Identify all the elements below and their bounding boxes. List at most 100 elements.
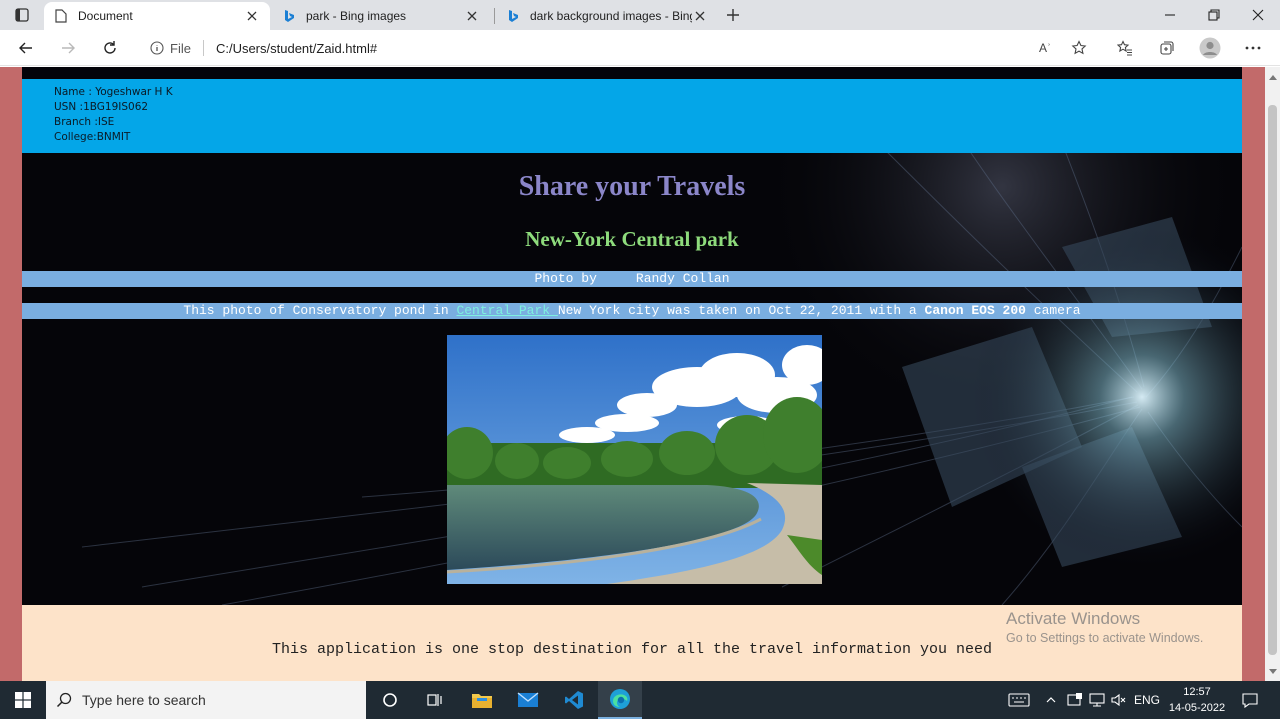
forward-arrow-icon (62, 42, 75, 54)
description-text: This photo of Conservatory pond in (183, 303, 457, 318)
student-branch: Branch :ISE (54, 116, 115, 128)
new-tab-button[interactable] (722, 4, 744, 26)
star-add-icon (1071, 40, 1087, 55)
vertical-scrollbar[interactable] (1265, 67, 1280, 681)
camera-name: Canon EOS 200 (924, 303, 1026, 318)
page-viewport: Name : Yogeshwar H K USN :1BG19IS062 Bra… (0, 67, 1265, 681)
language-indicator[interactable]: ENG (1132, 681, 1162, 719)
read-aloud-button[interactable]: Aʾ (1032, 35, 1058, 61)
bing-icon (506, 9, 520, 23)
site-info-button[interactable]: File (150, 41, 191, 56)
info-icon (150, 41, 164, 55)
clock-date: 14-05-2022 (1168, 702, 1226, 714)
student-usn: USN :1BG19IS062 (54, 101, 149, 113)
start-button[interactable] (0, 681, 46, 719)
folder-icon (472, 694, 492, 708)
photo-credit-prefix: Photo by (534, 271, 597, 286)
site-info-label: File (170, 40, 191, 56)
cortana-icon (383, 693, 397, 707)
page-subtitle: New-York Central park (525, 227, 739, 251)
cortana-button[interactable] (368, 681, 412, 719)
edge-icon (610, 689, 630, 709)
back-button[interactable] (12, 34, 40, 62)
tab-label: park - Bing images (306, 9, 407, 23)
task-view-button[interactable] (412, 681, 456, 719)
system-tray-app[interactable] (1064, 681, 1086, 719)
collections-icon (1160, 41, 1174, 55)
search-icon (56, 692, 72, 708)
photo-description-bar: This photo of Conservatory pond in Centr… (22, 303, 1242, 319)
mail-icon (517, 692, 539, 707)
address-field[interactable]: File C:/Users/student/Zaid.html# (140, 34, 1100, 62)
chevron-up-icon (1046, 697, 1056, 703)
close-icon[interactable] (692, 8, 708, 24)
add-favorite-button[interactable] (1066, 35, 1092, 61)
clock-time: 12:57 (1183, 686, 1211, 698)
close-icon[interactable] (244, 8, 260, 24)
keyboard-icon (1008, 693, 1030, 707)
watermark-title: Activate Windows (1006, 609, 1141, 628)
description-text: camera (1025, 303, 1081, 318)
tab-label: dark background images - Bing (530, 9, 692, 23)
restore-icon (1208, 9, 1220, 21)
notifications-button[interactable] (1238, 681, 1262, 719)
profile-button[interactable] (1197, 35, 1223, 61)
bing-icon (282, 9, 296, 23)
close-icon[interactable] (464, 8, 480, 24)
tab-park-bing-images[interactable]: park - Bing images (272, 2, 490, 30)
file-explorer-button[interactable] (460, 681, 504, 719)
favorites-icon (1117, 40, 1132, 56)
photo-credit-bar: Photo by Randy Collan (22, 271, 1242, 287)
top-strip (22, 67, 1242, 79)
network-icon (1089, 693, 1105, 707)
volume-muted-icon (1111, 693, 1126, 707)
scroll-up-icon[interactable] (1265, 69, 1280, 84)
clock[interactable]: 12:57 14-05-2022 (1164, 684, 1230, 716)
taskbar-search-box[interactable]: Type here to search (46, 681, 366, 719)
restore-button[interactable] (1192, 0, 1236, 30)
avatar-icon (1199, 37, 1221, 59)
settings-more-button[interactable] (1240, 35, 1266, 61)
back-arrow-icon (19, 42, 32, 54)
url-text[interactable]: C:/Users/student/Zaid.html# (216, 41, 377, 56)
scroll-down-icon[interactable] (1265, 664, 1280, 679)
tab-label: Document (78, 9, 133, 23)
keyboard-layout-button[interactable] (1004, 681, 1034, 719)
refresh-icon (104, 41, 116, 54)
windows-logo-icon (15, 692, 31, 708)
tab-dark-background-bing[interactable]: dark background images - Bing (496, 2, 718, 30)
forward-button[interactable] (54, 34, 82, 62)
document-icon (54, 9, 68, 23)
scroll-thumb[interactable] (1268, 105, 1277, 655)
vscode-button[interactable] (552, 681, 596, 719)
volume-button[interactable] (1108, 681, 1130, 719)
notification-icon (1242, 693, 1258, 708)
read-aloud-icon: Aʾ (1039, 41, 1051, 55)
vscode-icon (565, 691, 583, 709)
tray-app-icon (1067, 693, 1082, 706)
favorites-button[interactable] (1112, 35, 1138, 61)
mail-button[interactable] (506, 681, 550, 719)
more-icon (1245, 46, 1261, 50)
task-view-icon (427, 694, 442, 706)
photo-credit-author: Randy Collan (635, 271, 730, 286)
collections-button[interactable] (1154, 35, 1180, 61)
central-park-photo (447, 335, 822, 584)
activate-windows-watermark: Activate Windows Go to Settings to activ… (1006, 609, 1203, 645)
show-hidden-icons-button[interactable] (1042, 681, 1060, 719)
tab-bar: Document park - Bing images dark backgro… (0, 0, 1280, 30)
close-window-button[interactable] (1236, 0, 1280, 30)
central-park-link[interactable]: Central Park (456, 303, 557, 318)
minimize-button[interactable] (1148, 0, 1192, 30)
refresh-button[interactable] (96, 34, 124, 62)
student-info-banner: Name : Yogeshwar H K USN :1BG19IS062 Bra… (22, 79, 1242, 153)
page-content: Name : Yogeshwar H K USN :1BG19IS062 Bra… (22, 67, 1242, 681)
tab-actions-button[interactable] (10, 6, 34, 24)
edge-button[interactable] (598, 681, 642, 719)
student-name: Name : Yogeshwar H K (54, 86, 173, 98)
network-button[interactable] (1086, 681, 1108, 719)
tab-document[interactable]: Document (44, 2, 270, 30)
close-icon (1252, 9, 1264, 21)
page-title: Share your Travels (518, 171, 746, 202)
student-college: College:BNMIT (54, 131, 131, 143)
